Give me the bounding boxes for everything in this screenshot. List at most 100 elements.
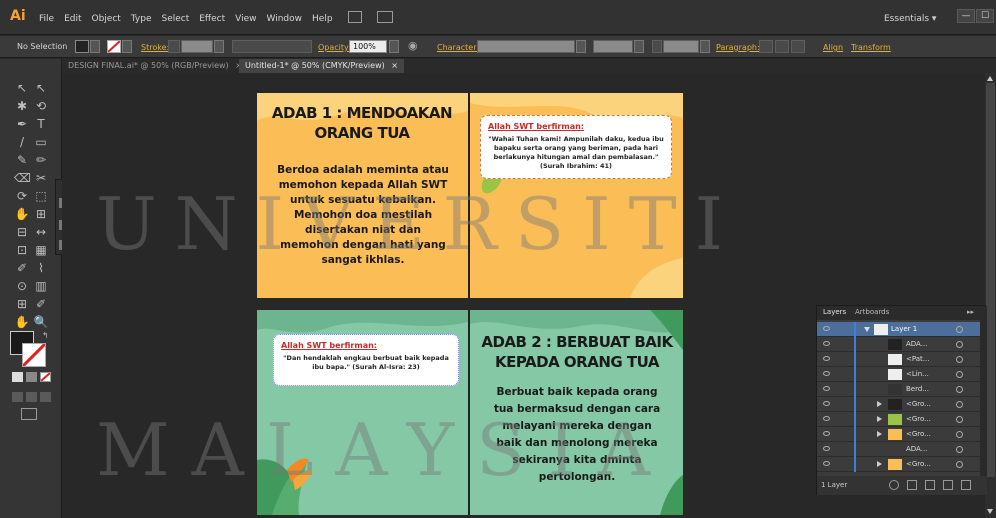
color-mode-icon[interactable] (12, 372, 23, 382)
menu-object[interactable]: Object (92, 14, 121, 24)
artboard-page-3[interactable]: Allah SWT berfirman: "Dan hendaklah engk… (257, 310, 468, 515)
artboard-page-1[interactable]: ADAB 1 : MENDOAKAN ORANG TUA Berdoa adal… (257, 93, 468, 298)
opacity-field[interactable]: 100% (349, 40, 387, 53)
visibility-eye-icon[interactable] (823, 371, 830, 376)
rectangle-tool-icon[interactable]: ▭ (33, 135, 49, 149)
expand-right-icon[interactable] (877, 401, 882, 407)
layers-scrollbar[interactable] (980, 320, 987, 476)
target-circle-icon[interactable] (956, 401, 963, 408)
selection-tool-icon[interactable]: ↖ (14, 81, 30, 95)
scroll-up-icon[interactable] (987, 76, 993, 81)
tab-layers[interactable]: Layers (823, 308, 846, 316)
expand-right-icon[interactable] (877, 416, 882, 422)
visibility-eye-icon[interactable] (823, 401, 830, 406)
lasso-tool-icon[interactable]: ⟲ (33, 99, 49, 113)
visibility-eye-icon[interactable] (823, 326, 830, 331)
menu-file[interactable]: File (39, 14, 54, 24)
perspective-grid-tool-icon[interactable]: ↔ (33, 225, 49, 239)
pencil-tool-icon[interactable]: ✏ (33, 153, 49, 167)
recolor-icon[interactable]: ◉ (408, 40, 420, 53)
character-label[interactable]: Character: (437, 43, 479, 52)
menu-view[interactable]: View (235, 14, 256, 24)
stroke-weight-dropdown[interactable] (214, 40, 224, 53)
type-tool-icon[interactable]: T (33, 117, 49, 131)
maximize-button[interactable]: ☐ (976, 9, 994, 23)
line-tool-icon[interactable]: / (14, 135, 30, 149)
artboard-page-2[interactable]: Allah SWT berfirman: "Wahai Tuhan kami! … (470, 93, 683, 298)
menu-type[interactable]: Type (131, 14, 152, 24)
font-size-dropdown[interactable] (700, 40, 710, 53)
draw-behind-icon[interactable] (26, 392, 37, 402)
delete-layer-icon[interactable] (961, 480, 971, 490)
target-circle-icon[interactable] (956, 416, 963, 423)
opacity-label[interactable]: Opacity: (318, 43, 351, 52)
target-circle-icon[interactable] (956, 356, 963, 363)
layer-row[interactable]: <Gro... (817, 412, 980, 427)
stroke-weight-stepper[interactable] (168, 40, 180, 53)
panel-menu-icon[interactable]: ▸▸ (967, 308, 974, 316)
new-sublayer-icon[interactable] (925, 480, 935, 490)
symbol-sprayer-tool-icon[interactable]: ⊙ (14, 279, 30, 293)
gradient-tool-icon[interactable]: ▦ (33, 243, 49, 257)
artboard-tool-icon[interactable]: ⊞ (14, 297, 30, 311)
layer-row[interactable]: <Gro... (817, 397, 980, 412)
variable-width-profile[interactable] (232, 40, 312, 53)
menu-window[interactable]: Window (267, 14, 303, 24)
eraser-tool-icon[interactable]: ✂ (33, 171, 49, 185)
workspace-switcher[interactable]: Essentials ▾ (884, 14, 936, 24)
font-family-field[interactable] (477, 40, 575, 53)
blob-brush-tool-icon[interactable]: ⌫ (14, 171, 31, 185)
fill-swatch[interactable] (75, 40, 89, 53)
screen-mode-icon[interactable] (21, 408, 37, 420)
direct-selection-tool-icon[interactable]: ↖ (33, 81, 49, 95)
align-left-icon[interactable] (759, 40, 773, 53)
menu-help[interactable]: Help (312, 14, 333, 24)
target-circle-icon[interactable] (956, 431, 963, 438)
font-size-stepper[interactable] (652, 40, 662, 53)
arrange-documents-icon[interactable] (377, 11, 393, 23)
gradient-mode-icon[interactable] (26, 372, 37, 382)
target-circle-icon[interactable] (956, 341, 963, 348)
stroke-dropdown[interactable] (122, 40, 132, 53)
draw-normal-icon[interactable] (12, 392, 23, 402)
tab-design-final[interactable]: DESIGN FINAL.ai* @ 50% (RGB/Preview) × (62, 59, 248, 73)
fill-dropdown[interactable] (90, 40, 100, 53)
visibility-eye-icon[interactable] (823, 341, 830, 346)
stroke-weight-field[interactable] (181, 40, 213, 53)
warp-tool-icon[interactable]: ✋ (14, 207, 30, 221)
scroll-down-icon[interactable] (987, 509, 993, 514)
stroke-color-box[interactable] (21, 342, 47, 368)
target-circle-icon[interactable] (956, 326, 963, 333)
page-3-quote-box[interactable]: Allah SWT berfirman: "Dan hendaklah engk… (273, 334, 459, 386)
shape-builder-tool-icon[interactable]: ⊟ (14, 225, 30, 239)
align-label[interactable]: Align (823, 43, 843, 52)
target-circle-icon[interactable] (956, 371, 963, 378)
eyedropper-tool-icon[interactable]: ✐ (14, 261, 30, 275)
close-icon[interactable]: × (391, 61, 398, 70)
font-style-field[interactable] (593, 40, 633, 53)
visibility-eye-icon[interactable] (823, 431, 830, 436)
stroke-swatch[interactable] (107, 40, 121, 53)
expand-right-icon[interactable] (877, 461, 882, 467)
new-layer-icon[interactable] (943, 480, 953, 490)
align-center-icon[interactable] (775, 40, 789, 53)
tab-artboards[interactable]: Artboards (855, 308, 889, 316)
visibility-eye-icon[interactable] (823, 356, 830, 361)
paintbrush-tool-icon[interactable]: ✎ (14, 153, 30, 167)
menu-select[interactable]: Select (161, 14, 189, 24)
layer-row[interactable]: <Pat... (817, 352, 980, 367)
font-family-dropdown[interactable] (576, 40, 586, 53)
transform-label[interactable]: Transform (851, 43, 891, 52)
layer-row[interactable]: Layer 1 (817, 322, 980, 337)
column-graph-tool-icon[interactable]: ▥ (33, 279, 49, 293)
expand-down-icon[interactable] (864, 327, 870, 332)
paragraph-label[interactable]: Paragraph: (716, 43, 760, 52)
zoom-tool-icon[interactable]: 🔍 (33, 315, 49, 329)
target-circle-icon[interactable] (956, 386, 963, 393)
magic-wand-tool-icon[interactable]: ✱ (14, 99, 30, 113)
free-transform-tool-icon[interactable]: ⊞ (33, 207, 49, 221)
opacity-dropdown[interactable] (389, 40, 399, 53)
swap-fill-stroke-icon[interactable]: ↰ (42, 331, 50, 340)
target-circle-icon[interactable] (956, 461, 963, 468)
layer-row[interactable]: <Gro... (817, 457, 980, 472)
